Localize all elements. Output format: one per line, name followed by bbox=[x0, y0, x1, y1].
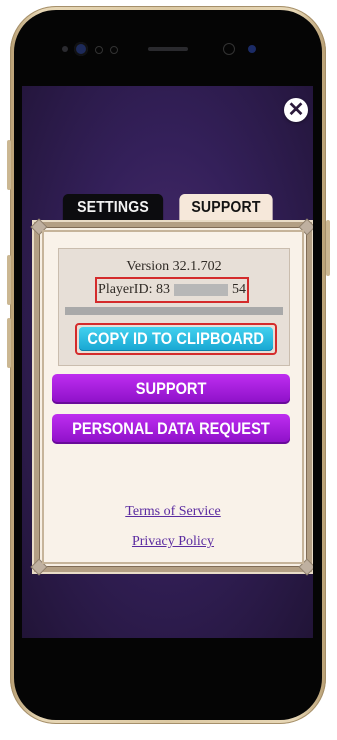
side-button bbox=[7, 140, 11, 190]
support-button-label: SUPPORT bbox=[135, 379, 207, 398]
account-info-box: Version 32.1.702 PlayerID: 83 54 COPY ID… bbox=[58, 248, 290, 366]
personal-data-request-button[interactable]: PERSONAL DATA REQUEST bbox=[52, 414, 290, 444]
support-panel: Version 32.1.702 PlayerID: 83 54 COPY ID… bbox=[30, 218, 313, 576]
game-screen: ✕ SETTINGS SUPPORT Version 32.1.702 Play… bbox=[22, 86, 313, 638]
player-id-prefix: PlayerID: 83 bbox=[98, 282, 170, 297]
close-button[interactable]: ✕ bbox=[284, 98, 308, 122]
copy-id-label: COPY ID TO CLIPBOARD bbox=[87, 329, 265, 348]
player-id-suffix: 54 bbox=[231, 282, 246, 297]
close-icon: ✕ bbox=[287, 99, 305, 121]
tab-settings-label: SETTINGS bbox=[77, 199, 149, 216]
side-button bbox=[7, 318, 11, 368]
tab-support[interactable]: SUPPORT bbox=[179, 194, 273, 222]
divider-bar bbox=[65, 307, 283, 315]
panel-content: Version 32.1.702 PlayerID: 83 54 COPY ID… bbox=[42, 230, 304, 564]
copy-id-button[interactable]: COPY ID TO CLIPBOARD bbox=[79, 327, 273, 351]
front-camera-icon bbox=[74, 42, 88, 56]
side-button bbox=[326, 220, 330, 276]
speaker-grille bbox=[148, 47, 188, 51]
sensor-icon bbox=[62, 46, 68, 52]
personal-data-request-label: PERSONAL DATA REQUEST bbox=[72, 419, 270, 438]
sensor-icon bbox=[95, 46, 103, 54]
sensor-icon bbox=[110, 46, 118, 54]
redacted-id-bar bbox=[173, 284, 228, 296]
iris-sensor-icon bbox=[248, 45, 256, 53]
tab-support-label: SUPPORT bbox=[191, 199, 261, 216]
side-button bbox=[7, 255, 11, 305]
copy-button-highlight: COPY ID TO CLIPBOARD bbox=[75, 323, 277, 355]
player-id-highlight: PlayerID: 83 54 bbox=[95, 277, 249, 303]
terms-of-service-link[interactable]: Terms of Service bbox=[44, 504, 302, 520]
privacy-policy-link[interactable]: Privacy Policy bbox=[44, 534, 302, 550]
version-text: Version 32.1.702 bbox=[126, 259, 222, 274]
tab-settings[interactable]: SETTINGS bbox=[62, 194, 164, 222]
support-button[interactable]: SUPPORT bbox=[52, 374, 290, 404]
sensor-icon bbox=[223, 43, 235, 55]
